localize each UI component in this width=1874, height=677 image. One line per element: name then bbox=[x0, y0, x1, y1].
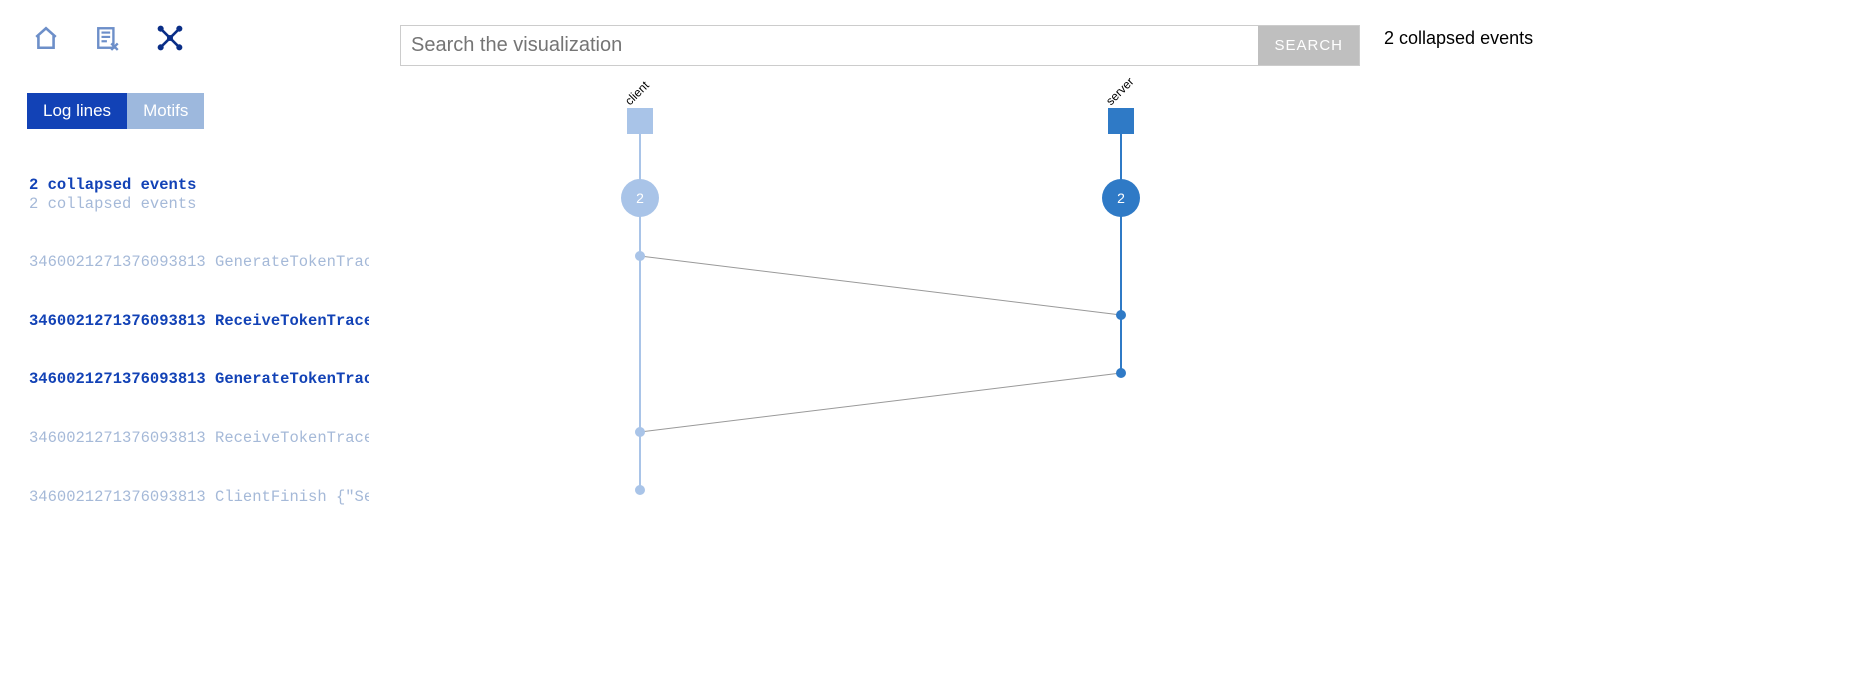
event-node[interactable] bbox=[1116, 310, 1126, 320]
search-bar: SEARCH bbox=[400, 25, 1360, 66]
search-button[interactable]: SEARCH bbox=[1258, 26, 1359, 65]
event-node[interactable] bbox=[1116, 368, 1126, 378]
process-head-server[interactable] bbox=[1108, 108, 1134, 134]
process-head-client[interactable] bbox=[627, 108, 653, 134]
event-node[interactable] bbox=[635, 485, 645, 495]
collapsed-node-server[interactable]: 2 bbox=[1102, 179, 1140, 217]
edges-svg bbox=[0, 88, 1874, 608]
toolbar bbox=[32, 24, 184, 52]
event-node[interactable] bbox=[635, 427, 645, 437]
clear-log-icon[interactable] bbox=[94, 24, 122, 52]
home-icon[interactable] bbox=[32, 24, 60, 52]
graph-icon[interactable] bbox=[156, 24, 184, 52]
timeline-viz: client server 2 2 bbox=[0, 88, 1874, 588]
collapsed-node-client[interactable]: 2 bbox=[621, 179, 659, 217]
event-node[interactable] bbox=[635, 251, 645, 261]
status-label: 2 collapsed events bbox=[1384, 28, 1533, 49]
search-input[interactable] bbox=[401, 26, 1258, 65]
